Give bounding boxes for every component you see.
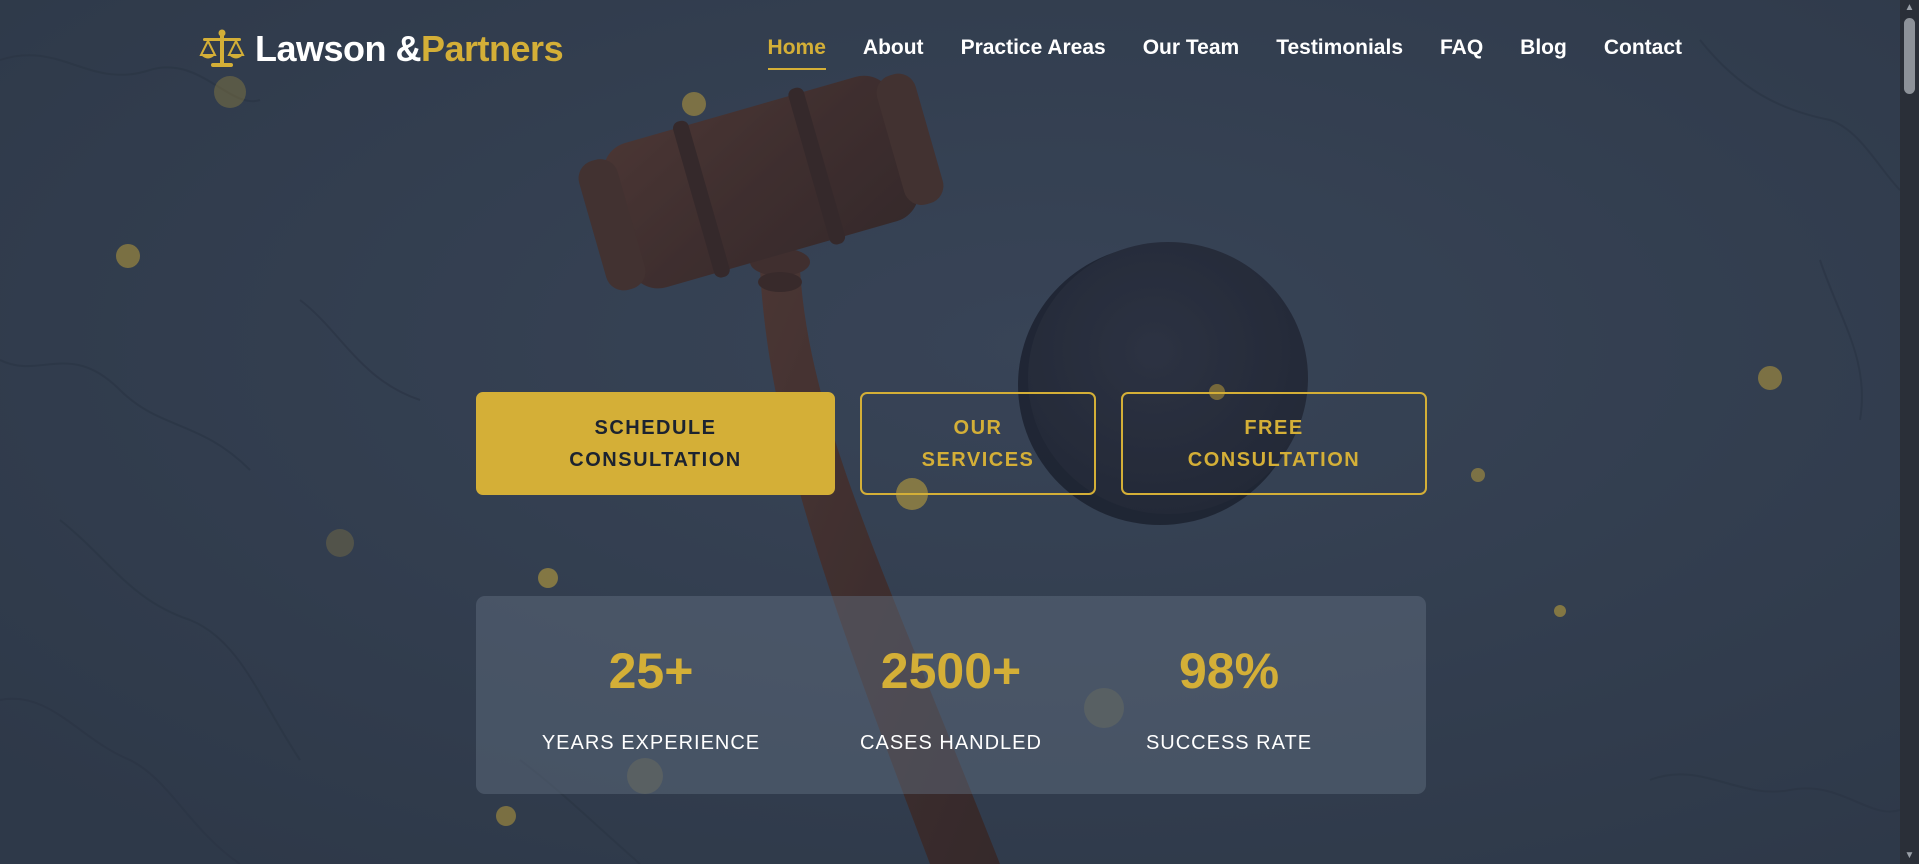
nav-practice-areas[interactable]: Practice Areas [961, 36, 1106, 70]
nav-contact[interactable]: Contact [1604, 36, 1682, 70]
stat-value: 2500+ [880, 643, 1022, 699]
nav-home[interactable]: Home [767, 36, 827, 70]
stat-years-experience: 25+ YEARS EXPERIENCE [536, 596, 766, 794]
free-consultation-button[interactable]: FREE CONSULTATION [1121, 392, 1427, 495]
logo-text-primary: Lawson & [255, 28, 422, 69]
page-scrollbar[interactable]: ▲ ▼ [1900, 0, 1919, 864]
our-services-button[interactable]: OUR SERVICES [860, 392, 1096, 495]
services-button-line1: OUR [953, 416, 1003, 439]
stat-success-rate: 98% SUCCESS RATE [1114, 596, 1344, 794]
stat-value: 98% [1178, 643, 1280, 699]
stat-label: YEARS EXPERIENCE [541, 732, 761, 754]
free-button-line1: FREE [1244, 416, 1304, 439]
stat-label: SUCCESS RATE [1145, 732, 1313, 754]
scrollbar-thumb[interactable] [1904, 18, 1915, 94]
stat-value: 25+ [608, 643, 694, 699]
logo[interactable]: Lawson & Partners [199, 26, 564, 72]
page: Lawson & Partners Home About Practice Ar… [0, 0, 1919, 864]
logo-text-accent: Partners [421, 28, 564, 69]
nav-our-team[interactable]: Our Team [1143, 36, 1239, 70]
schedule-consultation-button[interactable]: SCHEDULE CONSULTATION [476, 392, 835, 495]
stat-cases-handled: 2500+ CASES HANDLED [836, 596, 1066, 794]
stat-label: CASES HANDLED [860, 732, 1042, 754]
nav-blog[interactable]: Blog [1520, 36, 1567, 70]
scroll-up-arrow-icon[interactable]: ▲ [1900, 0, 1919, 16]
scroll-down-arrow-icon[interactable]: ▼ [1900, 848, 1919, 864]
schedule-button-line1: SCHEDULE [594, 416, 717, 439]
services-button-line2: SERVICES [921, 448, 1035, 471]
scales-icon [199, 29, 245, 67]
nav-testimonials[interactable]: Testimonials [1276, 36, 1403, 70]
nav-faq[interactable]: FAQ [1440, 36, 1483, 70]
stats-panel: 25+ YEARS EXPERIENCE 2500+ CASES HANDLED… [476, 596, 1426, 794]
schedule-button-line2: CONSULTATION [569, 448, 742, 471]
free-button-line2: CONSULTATION [1187, 448, 1361, 471]
nav-about[interactable]: About [863, 36, 924, 70]
hero-cta-group: SCHEDULE CONSULTATION OUR SERVICES FREE … [476, 392, 1427, 495]
site-header: Lawson & Partners Home About Practice Ar… [0, 0, 1900, 100]
main-nav: Home About Practice Areas Our Team Testi… [731, 36, 1682, 70]
